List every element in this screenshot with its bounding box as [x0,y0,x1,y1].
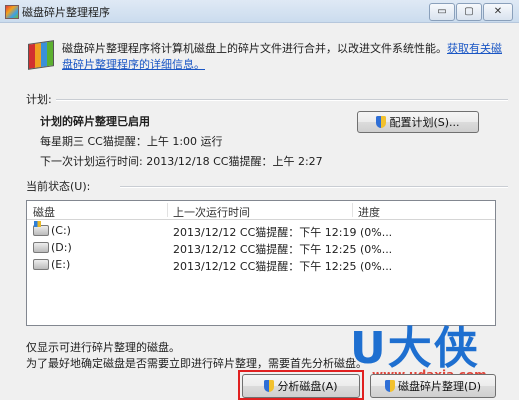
disk-name: (D:) [51,241,72,254]
defrag-illustration-icon [28,40,54,70]
intro-text: 磁盘碎片整理程序将计算机磁盘上的碎片文件进行合并，以改进文件系统性能。 [62,42,447,55]
minimize-button[interactable]: ▭ [429,3,455,21]
schedule-frequency: 每星期三 CC猫提醒：上午 1:00 运行 [40,135,223,148]
hard-drive-icon [33,242,49,253]
note-defraggable-only: 仅显示可进行碎片整理的磁盘。 [26,341,180,354]
hard-drive-icon [33,259,49,270]
disk-row-c[interactable]: (C:) 2013/12/12 CC猫提醒：下午 12:19 (0%... [27,221,495,239]
status-divider [120,186,508,188]
disk-name: (E:) [51,258,71,271]
defragment-disk-button[interactable]: 磁盘碎片整理(D) [370,374,496,398]
disk-list[interactable]: 磁盘 上一次运行时间 进度 (C:) 2013/12/12 CC猫提醒：下午 1… [26,200,496,326]
column-divider[interactable] [167,203,168,217]
configure-schedule-label: 配置计划(S)... [389,116,460,129]
current-status-label: 当前状态(U): [26,180,91,193]
schedule-divider [56,99,508,101]
disk-last-run: 2013/12/12 CC猫提醒：下午 12:25 (0%... [173,243,393,256]
title-bar: 磁盘碎片整理程序 ▭ ▢ ✕ [0,0,519,23]
disk-name: (C:) [51,224,71,237]
note-analyze-first: 为了最好地确定磁盘是否需要立即进行碎片整理，需要首先分析磁盘。 [26,357,367,370]
schedule-group-label: 计划: [26,93,52,106]
disk-row-e[interactable]: (E:) 2013/12/12 CC猫提醒：下午 12:25 (0%... [27,256,495,273]
column-disk[interactable]: 磁盘 [33,204,55,220]
disk-list-header: 磁盘 上一次运行时间 进度 [27,201,495,220]
column-divider[interactable] [352,203,353,217]
schedule-next-run: 下一次计划运行时间: 2013/12/18 CC猫提醒：上午 2:27 [40,155,323,168]
watermark-logo: U大侠 [350,323,480,374]
highlight-box [238,370,364,400]
uac-shield-icon [376,116,387,128]
configure-schedule-button[interactable]: 配置计划(S)... [357,111,479,133]
defragment-disk-label: 磁盘碎片整理(D) [397,380,482,393]
column-progress[interactable]: 进度 [358,204,380,220]
column-last-run[interactable]: 上一次运行时间 [173,204,250,220]
window-title: 磁盘碎片整理程序 [22,6,110,19]
system-drive-icon [33,221,49,236]
close-button[interactable]: ✕ [483,3,513,21]
maximize-button[interactable]: ▢ [456,3,482,21]
schedule-status: 计划的碎片整理已启用 [40,115,150,128]
intro-description: 磁盘碎片整理程序将计算机磁盘上的碎片文件进行合并，以改进文件系统性能。获取有关磁… [62,41,507,73]
disk-last-run: 2013/12/12 CC猫提醒：下午 12:25 (0%... [173,260,393,273]
defrag-app-icon [5,5,19,19]
uac-shield-icon [384,380,395,392]
disk-last-run: 2013/12/12 CC猫提醒：下午 12:19 (0%... [173,226,393,239]
disk-row-d[interactable]: (D:) 2013/12/12 CC猫提醒：下午 12:25 (0%... [27,239,495,256]
